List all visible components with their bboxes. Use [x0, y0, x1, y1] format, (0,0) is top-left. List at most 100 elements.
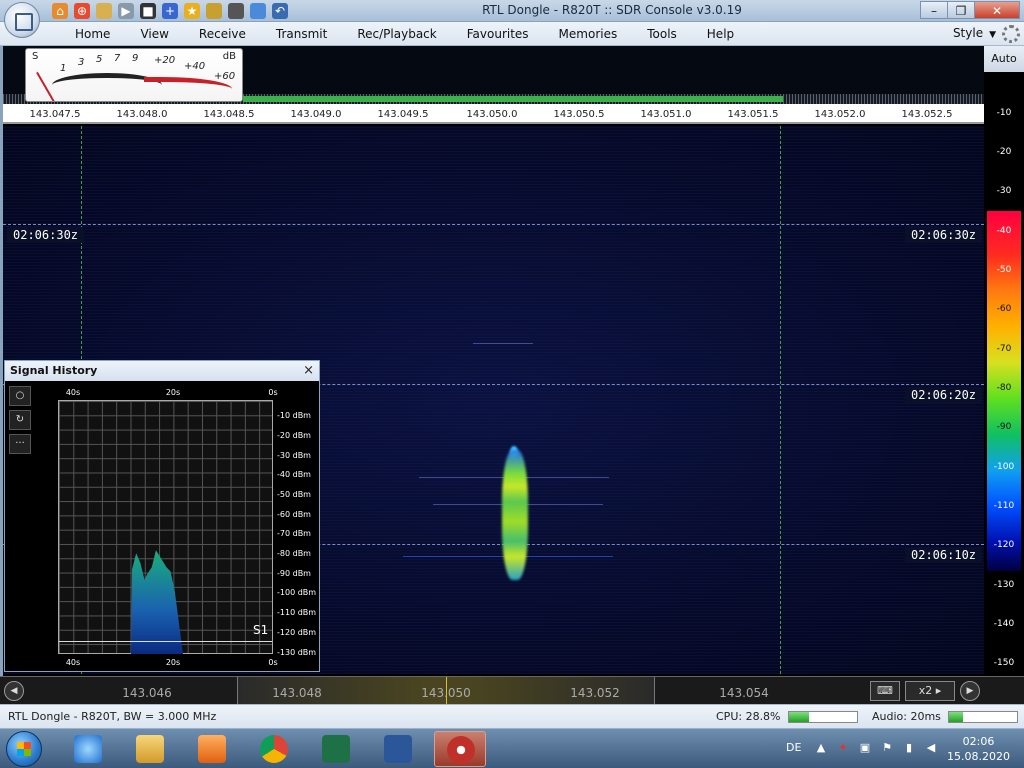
- spectrum-display[interactable]: S dB 1 3 5 7 9 +20 +40 +60: [3, 46, 984, 104]
- sdr-console-window: ⌂ ⊕ ▶ ■ + ★ ↶ RTL Dongle - R820T :: SDR …: [0, 0, 1024, 768]
- freq-tick: 143.049.5: [377, 109, 429, 120]
- zoom-label: x2: [918, 684, 933, 697]
- history-y-tick: -50 dBm: [277, 490, 311, 499]
- title-bar: ⌂ ⊕ ▶ ■ + ★ ↶ RTL Dongle - R820T :: SDR …: [0, 0, 1024, 22]
- auto-scale-button[interactable]: Auto: [984, 46, 1024, 72]
- style-dropdown[interactable]: Style ▼: [953, 26, 996, 40]
- signal-level-area: [131, 550, 183, 654]
- device-status: RTL Dongle - R820T, BW = 3.000 MHz: [8, 710, 217, 723]
- more-options-icon[interactable]: ···: [9, 434, 31, 454]
- menu-tools[interactable]: Tools: [632, 22, 692, 46]
- time-marker-line: [3, 224, 984, 225]
- scroll-left-icon[interactable]: ◀: [4, 681, 24, 701]
- db-tick: -10: [996, 108, 1012, 118]
- db-tick: -40: [996, 226, 1012, 236]
- signal-history-panel: Signal History × ○ ↻ ··· 40s 20s 0s -10 …: [4, 360, 320, 672]
- history-y-tick: -70 dBm: [277, 529, 311, 538]
- freq-tick: 143.051.0: [640, 109, 692, 120]
- freq-tick: 143.050.0: [466, 109, 518, 120]
- filter-edge-right[interactable]: [780, 126, 781, 674]
- zoom-button[interactable]: x2 ▸: [905, 681, 955, 701]
- cpu-status: CPU: 28.8%: [716, 710, 781, 723]
- action-center-flag-icon[interactable]: ⚑: [880, 741, 894, 755]
- volume-icon[interactable]: ◀: [924, 741, 938, 755]
- minimize-button[interactable]: –: [920, 1, 948, 19]
- s-meter-needle: [36, 71, 58, 101]
- band-overview[interactable]: ◀ 143.046 143.048 143.050 143.052 143.05…: [0, 676, 1024, 705]
- word-icon: [384, 735, 412, 763]
- db-tick: -60: [996, 304, 1012, 314]
- db-tick: -20: [996, 147, 1012, 157]
- keyboard-icon[interactable]: ⌨: [870, 681, 900, 701]
- signal-history-title: Signal History: [10, 364, 98, 377]
- sdr-console-antenna-icon: [447, 736, 475, 764]
- history-y-tick: -100 dBm: [277, 588, 317, 597]
- window-controls: – ❐ ✕: [920, 1, 1020, 19]
- frequency-scale[interactable]: 143.047.5 143.048.0 143.048.5 143.049.0 …: [3, 104, 984, 124]
- settings-gear-icon[interactable]: [1002, 25, 1020, 43]
- clock[interactable]: 02:06 15.08.2020: [947, 734, 1010, 764]
- clock-time: 02:06: [962, 735, 995, 748]
- freq-tick: 143.050.5: [553, 109, 605, 120]
- taskbar-excel[interactable]: [310, 731, 362, 767]
- history-y-tick: -40 dBm: [277, 470, 311, 479]
- s-meter-tick: 5: [96, 54, 103, 65]
- menu-favourites[interactable]: Favourites: [452, 22, 544, 46]
- signal-history-toolbar: ○ ↻ ···: [9, 386, 35, 462]
- reset-icon[interactable]: ↻: [9, 410, 31, 430]
- folder-icon: [136, 735, 164, 763]
- menu-receive[interactable]: Receive: [184, 22, 261, 46]
- close-button[interactable]: ✕: [974, 1, 1020, 19]
- history-x-tick: 40s: [65, 658, 81, 667]
- menu-memories[interactable]: Memories: [544, 22, 633, 46]
- history-x-tick: 20s: [165, 658, 181, 667]
- taskbar-word[interactable]: [372, 731, 424, 767]
- maximize-button[interactable]: ❐: [947, 1, 975, 19]
- start-button[interactable]: [6, 731, 42, 767]
- signal-history-close-button[interactable]: ×: [303, 361, 314, 381]
- waterfall-time-label: 02:06:30z: [905, 227, 983, 243]
- taskbar-chrome[interactable]: [248, 731, 300, 767]
- network-signal-icon[interactable]: ▮: [902, 741, 916, 755]
- s-meter: S dB 1 3 5 7 9 +20 +40 +60: [25, 48, 243, 102]
- s-meter-tick: 1: [60, 63, 67, 74]
- menu-transmit[interactable]: Transmit: [261, 22, 342, 46]
- noise-floor-trace: [59, 641, 272, 642]
- waterfall-time-label: 02:06:20z: [905, 387, 983, 403]
- taskbar-file-explorer[interactable]: [124, 731, 176, 767]
- db-tick: -140: [993, 619, 1015, 629]
- chrome-icon: [260, 735, 288, 763]
- taskbar-internet-explorer[interactable]: [62, 731, 114, 767]
- show-hidden-icons-icon[interactable]: ▲: [814, 741, 828, 755]
- s-meter-tick: 3: [78, 57, 85, 68]
- menu-view[interactable]: View: [125, 22, 183, 46]
- scroll-right-icon[interactable]: ▶: [960, 681, 980, 701]
- s-meter-db-label: dB: [222, 51, 236, 62]
- record-toggle-icon[interactable]: ○: [9, 386, 31, 406]
- freq-tick: 143.052.0: [814, 109, 866, 120]
- db-tick: -150: [993, 658, 1015, 668]
- freq-tick: 143.052.5: [901, 109, 953, 120]
- taskbar-media-player[interactable]: [186, 731, 238, 767]
- acrobat-icon[interactable]: ✦: [836, 741, 850, 755]
- received-signal-trace: [502, 450, 528, 580]
- signal-history-header[interactable]: Signal History ×: [5, 361, 319, 381]
- history-x-tick: 0s: [268, 658, 278, 667]
- menu-home[interactable]: Home: [60, 22, 125, 46]
- input-language[interactable]: DE: [786, 741, 801, 754]
- menu-help[interactable]: Help: [692, 22, 749, 46]
- app-menu-orb[interactable]: [4, 2, 40, 38]
- signal-sideband-trace: [473, 343, 533, 344]
- menu-rec-playback[interactable]: Rec/Playback: [342, 22, 451, 46]
- cpu-meter-fill: [789, 712, 809, 722]
- history-y-tick: -120 dBm: [277, 628, 317, 637]
- history-y-tick: -90 dBm: [277, 569, 311, 578]
- taskbar-sdr-console[interactable]: [434, 731, 486, 767]
- history-y-tick: -10 dBm: [277, 411, 311, 420]
- filter-passband-bar[interactable]: [243, 96, 783, 102]
- device-icon[interactable]: ▣: [858, 741, 872, 755]
- db-scale[interactable]: Auto -10 -20 -30 -40 -50 -60 -70 -80 -90…: [984, 46, 1024, 706]
- history-y-tick: -80 dBm: [277, 549, 311, 558]
- db-tick: -120: [993, 540, 1015, 550]
- history-x-tick: 0s: [268, 388, 278, 397]
